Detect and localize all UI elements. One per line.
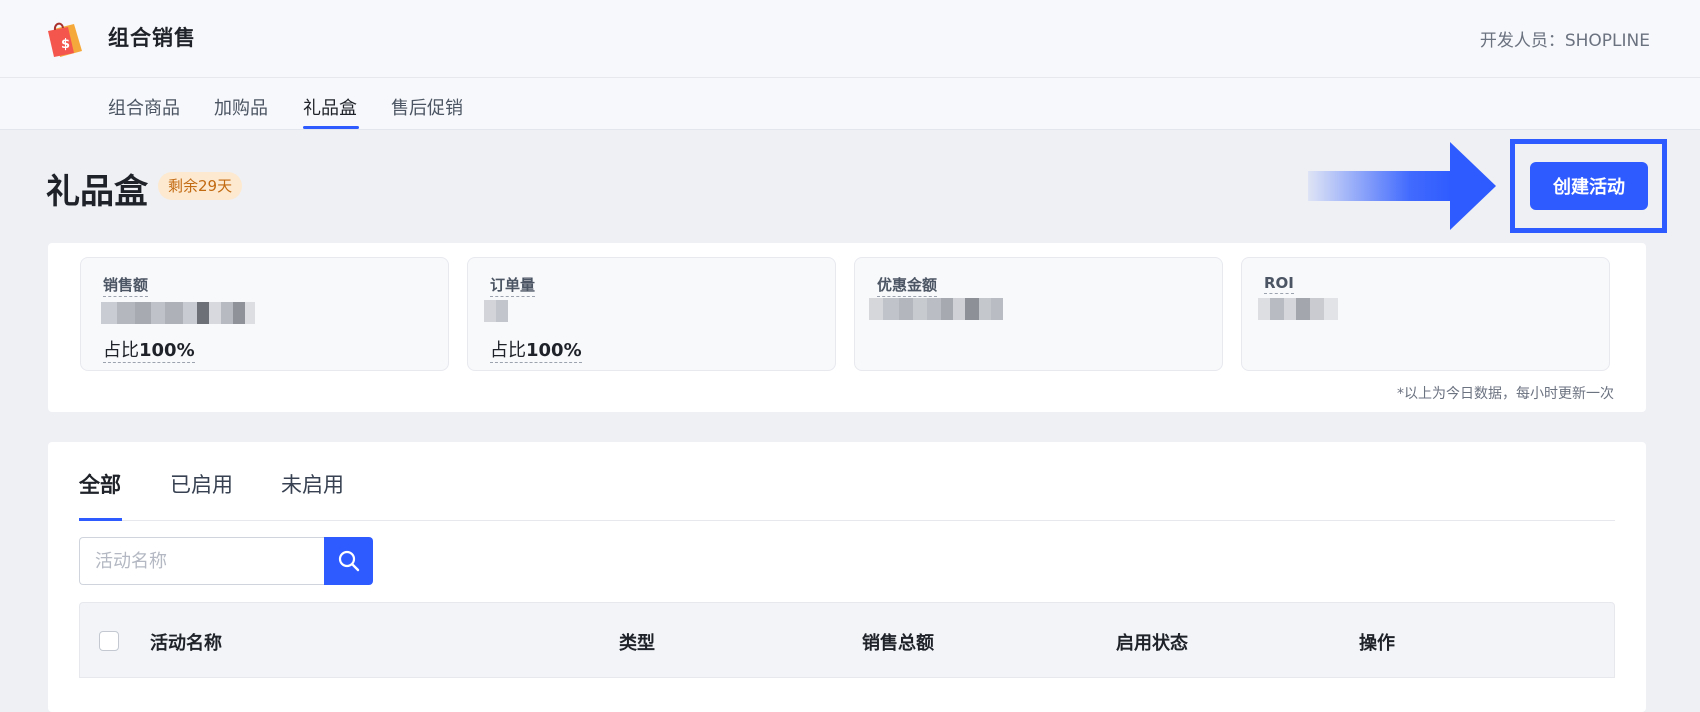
- table-header: 活动名称 类型 销售总额 启用状态 操作: [79, 602, 1615, 678]
- redacted-value: [1258, 298, 1338, 320]
- stat-ratio: 占比100%: [103, 336, 195, 363]
- list-tab-enabled[interactable]: 已启用: [170, 469, 233, 499]
- svg-text:$: $: [61, 37, 70, 52]
- select-all-checkbox[interactable]: [99, 631, 119, 651]
- redacted-value: [101, 302, 255, 324]
- column-header-type: 类型: [619, 633, 655, 654]
- stat-card-discount: 优惠金额: [854, 257, 1223, 371]
- column-header-name: 活动名称: [150, 633, 222, 654]
- redacted-value: [869, 298, 1003, 320]
- column-header-status: 启用状态: [1116, 633, 1188, 654]
- stat-card-sales: 销售额 占比100%: [80, 257, 449, 371]
- column-header-actions: 操作: [1359, 633, 1395, 654]
- create-activity-button[interactable]: 创建活动: [1530, 162, 1648, 210]
- main-tabbar: 组合商品 加购品 礼品盒 售后促销: [0, 78, 1700, 130]
- search-button[interactable]: [324, 537, 373, 585]
- tab-bundle-products[interactable]: 组合商品: [108, 94, 180, 120]
- shopping-bag-logo-icon: $: [48, 22, 82, 57]
- stats-panel: 销售额 占比100% 订单量 占比100% 优惠金额 ROI *以上为今日数据，…: [48, 243, 1646, 412]
- stat-card-orders: 订单量 占比100%: [467, 257, 836, 371]
- active-list-tab-indicator: [79, 518, 122, 521]
- tab-divider: [79, 520, 1615, 521]
- stat-ratio: 占比100%: [490, 336, 582, 363]
- stat-label: ROI: [1264, 274, 1294, 294]
- activity-list-panel: 全部 已启用 未启用 活动名称 类型 销售总额 启用状态 操作: [48, 442, 1646, 712]
- developer-info: 开发人员：SHOPLINE: [1479, 31, 1650, 51]
- active-tab-indicator: [303, 126, 359, 129]
- app-title: 组合销售: [108, 26, 196, 50]
- trial-remaining-badge: 剩余29天: [158, 172, 243, 200]
- list-tab-all[interactable]: 全部: [79, 469, 121, 499]
- stat-label: 销售额: [103, 274, 149, 297]
- stat-card-roi: ROI: [1241, 257, 1610, 371]
- column-header-sales-total: 销售总额: [862, 633, 934, 654]
- tab-after-sale-promo[interactable]: 售后促销: [391, 94, 463, 120]
- app-header: $ 组合销售 开发人员：SHOPLINE: [0, 0, 1700, 78]
- search-icon: [338, 550, 359, 572]
- page-title: 礼品盒: [46, 172, 148, 212]
- stat-label: 优惠金额: [877, 274, 938, 297]
- tab-gift-box[interactable]: 礼品盒: [303, 94, 357, 120]
- stat-label: 订单量: [490, 274, 536, 297]
- activity-name-search-input[interactable]: [79, 537, 324, 585]
- tab-add-on[interactable]: 加购品: [214, 94, 268, 120]
- pointer-arrow-icon: [1308, 142, 1496, 230]
- stats-update-note: *以上为今日数据，每小时更新一次: [1397, 386, 1614, 402]
- redacted-value: [484, 300, 508, 322]
- list-tab-disabled[interactable]: 未启用: [281, 469, 344, 499]
